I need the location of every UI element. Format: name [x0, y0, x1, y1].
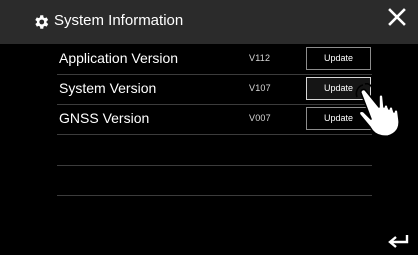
pointing-hand-icon [355, 83, 400, 137]
row-label: GNSS Version [59, 110, 150, 126]
gnss-version-row: GNSS Version V007 Update [57, 104, 372, 135]
screen: System Information Application Version V… [0, 0, 418, 255]
back-arrow-icon[interactable] [386, 232, 410, 250]
page-title: System Information [54, 12, 184, 29]
version-value: V007 [249, 113, 271, 123]
row-label: System Version [59, 80, 157, 96]
application-version-row: Application Version V112 Update [57, 44, 372, 75]
divider [57, 195, 372, 196]
version-value: V112 [249, 53, 271, 63]
close-icon[interactable] [386, 6, 408, 28]
version-value: V107 [249, 83, 271, 93]
system-version-row: System Version V107 Update [57, 74, 372, 105]
update-application-button[interactable]: Update [306, 47, 371, 70]
row-label: Application Version [59, 50, 179, 66]
gear-icon [35, 15, 49, 29]
divider [57, 165, 372, 166]
header-bar: System Information [0, 0, 418, 44]
